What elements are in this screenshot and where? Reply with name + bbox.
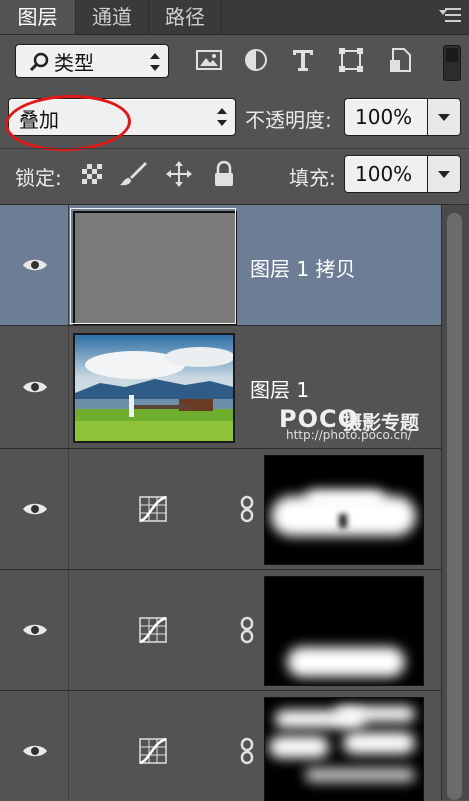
eye-icon[interactable] [22,379,48,395]
visibility-cell [0,449,69,569]
panel-menu-icon[interactable] [439,6,461,26]
layers-scrollbar[interactable] [441,205,469,800]
layer-row-curves-1[interactable] [0,449,442,570]
lock-transparent-pixels-icon[interactable] [81,163,103,185]
visibility-cell [0,691,69,800]
eye-icon[interactable] [22,622,48,638]
search-icon [29,52,49,72]
layer-mask-thumbnail[interactable] [264,697,424,801]
visibility-cell [0,205,69,325]
mask-link-chain-icon[interactable] [240,616,254,644]
panel-tabs: 图层 通道 路径 [0,0,469,35]
updown-arrows-icon [150,53,160,73]
eye-icon[interactable] [22,257,48,273]
layer-row-curves-2[interactable] [0,570,442,691]
lock-label: 锁定: [15,166,62,190]
curves-adjustment-icon[interactable] [137,616,169,644]
eye-icon[interactable] [22,743,48,759]
smart-object-filter-icon[interactable] [385,46,415,74]
adjustment-filter-icon[interactable] [241,46,271,74]
image-filter-icon[interactable] [194,46,224,74]
visibility-cell [0,326,69,448]
layer-name[interactable]: 图层 1 拷贝 [250,253,355,282]
fill-input[interactable]: 100% [344,155,430,193]
visibility-cell [0,570,69,690]
layer-mask-thumbnail[interactable] [264,455,424,565]
opacity-dropdown-button[interactable] [427,98,461,136]
layer-name[interactable]: 图层 1 [250,374,309,403]
opacity-input[interactable]: 100% [344,98,430,136]
updown-arrows-icon [217,108,227,128]
mask-link-chain-icon[interactable] [240,737,254,765]
lock-image-pixels-brush-icon[interactable] [118,160,148,188]
lock-position-move-icon[interactable] [165,160,193,188]
blend-mode-select[interactable]: 叠加 [8,98,236,136]
blend-mode-value: 叠加 [19,108,59,132]
eye-icon[interactable] [22,501,48,517]
tab-paths[interactable]: 路径 [149,0,222,34]
type-filter-icon[interactable] [288,46,318,74]
fill-dropdown-button[interactable] [427,155,461,193]
curves-adjustment-icon[interactable] [137,495,169,523]
tab-layers[interactable]: 图层 [0,0,76,34]
tab-channels[interactable]: 通道 [76,0,149,34]
landscape-photo-thumbnail[interactable] [73,333,235,443]
mask-link-chain-icon[interactable] [240,495,254,523]
curves-adjustment-icon[interactable] [137,737,169,765]
lock-all-icon[interactable] [213,160,235,188]
layer-row-curves-3[interactable] [0,691,442,801]
watermark-url: http://photo.poco.cn/ [286,428,412,442]
layer-row-layer-1-copy[interactable]: 图层 1 拷贝 [0,205,442,326]
layer-thumbnail-gray[interactable] [70,208,237,325]
filter-kind-label: 类型 [54,51,94,75]
opacity-label: 不透明度: [245,108,332,132]
fill-label: 填充: [289,166,336,190]
filter-kind-select[interactable]: 类型 [15,44,169,78]
filter-toggle-switch[interactable] [443,45,461,81]
layer-mask-thumbnail[interactable] [264,576,424,686]
shape-filter-icon[interactable] [336,46,366,74]
scrollbar-thumb[interactable] [447,213,462,800]
